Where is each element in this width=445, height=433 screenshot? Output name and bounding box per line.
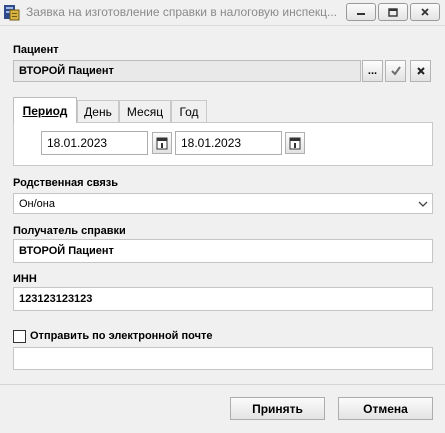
tab-day-label: День (84, 104, 112, 119)
document-app-icon (4, 5, 20, 21)
relation-select[interactable]: Он/она (13, 193, 433, 214)
patient-browse-button[interactable]: ... (362, 60, 383, 82)
relation-label: Родственная связь (13, 177, 118, 189)
checkmark-icon (390, 66, 401, 76)
email-field[interactable] (13, 347, 433, 370)
inn-field[interactable]: 123123123123 (13, 287, 433, 311)
accept-button[interactable]: Принять (230, 397, 325, 420)
recipient-field[interactable]: ВТОРОЙ Пациент (13, 239, 433, 263)
send-email-label[interactable]: Отправить по электронной почте (30, 330, 212, 342)
patient-confirm-button[interactable] (385, 60, 406, 82)
send-email-checkbox[interactable] (13, 330, 26, 343)
window-title: Заявка на изготовление справки в налогов… (26, 5, 338, 19)
chevron-down-icon[interactable] (415, 195, 431, 212)
date-from-calendar-button[interactable] (152, 132, 172, 154)
inn-label: ИНН (13, 273, 37, 285)
tab-year-label: Год (179, 104, 199, 119)
tab-month[interactable]: Месяц (119, 100, 171, 122)
calendar-icon (156, 137, 168, 150)
title-bar: Заявка на изготовление справки в налогов… (0, 0, 445, 26)
cross-icon (416, 67, 425, 75)
minimize-icon (357, 13, 365, 15)
restore-button[interactable] (378, 3, 408, 21)
tab-month-label: Месяц (126, 104, 164, 119)
footer-divider (0, 384, 445, 385)
close-button[interactable] (410, 3, 440, 21)
tab-year[interactable]: Год (171, 100, 207, 122)
close-icon (421, 8, 429, 16)
date-from-input[interactable]: 18.01.2023 (41, 131, 148, 155)
date-to-input[interactable]: 18.01.2023 (175, 131, 282, 155)
tab-period-label: Период (22, 103, 68, 118)
minimize-button[interactable] (346, 3, 376, 21)
restore-icon (388, 7, 398, 17)
patient-field[interactable]: ВТОРОЙ Пациент (13, 60, 361, 82)
calendar-icon (289, 137, 301, 150)
tab-period[interactable]: Период (13, 97, 77, 123)
relation-selected-value: Он/она (19, 197, 55, 210)
tab-day[interactable]: День (77, 100, 119, 122)
patient-label: Пациент (13, 44, 59, 56)
patient-clear-button[interactable] (410, 60, 431, 82)
cancel-button[interactable]: Отмена (338, 397, 433, 420)
date-to-calendar-button[interactable] (285, 132, 305, 154)
recipient-label: Получатель справки (13, 225, 126, 237)
